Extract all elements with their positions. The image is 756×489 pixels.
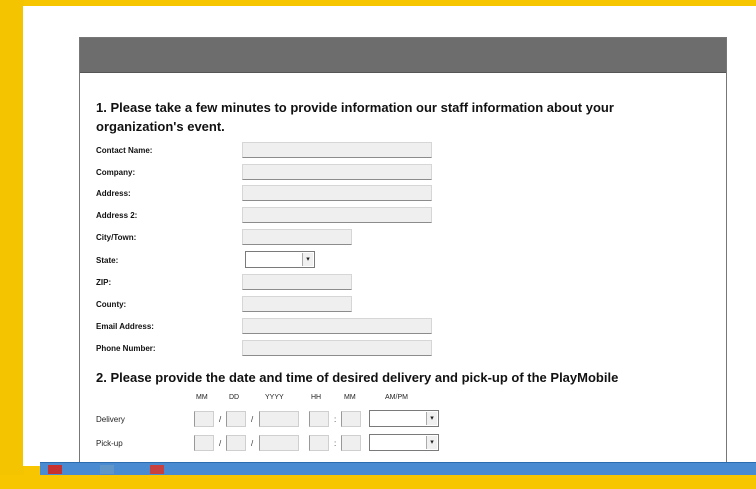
city-town-input[interactable] bbox=[242, 229, 352, 245]
contact-name-label: Contact Name: bbox=[96, 146, 153, 155]
taskbar-app-icon[interactable] bbox=[100, 465, 114, 474]
time-separator: : bbox=[334, 439, 337, 448]
chevron-down-icon[interactable]: ▾ bbox=[426, 412, 437, 425]
column-minute: MM bbox=[344, 394, 356, 401]
email-address-input[interactable] bbox=[242, 318, 432, 334]
column-month: MM bbox=[196, 394, 208, 401]
delivery-am-pm-select[interactable]: ▾ bbox=[369, 410, 439, 427]
section-1-title: 1. Please take a few minutes to provide … bbox=[96, 100, 614, 134]
company-label: Company: bbox=[96, 168, 136, 177]
bottom-strip bbox=[0, 475, 756, 489]
email-address-label: Email Address: bbox=[96, 322, 154, 331]
phone-number-label: Phone Number: bbox=[96, 344, 156, 353]
background-left-stripe bbox=[0, 0, 24, 489]
pick-up-minute-input[interactable] bbox=[341, 435, 361, 451]
taskbar-app-icon[interactable] bbox=[48, 465, 62, 474]
zip-label: ZIP: bbox=[96, 278, 112, 287]
state-label: State: bbox=[96, 256, 119, 265]
address-2-input[interactable] bbox=[242, 207, 432, 223]
chevron-down-icon[interactable]: ▾ bbox=[302, 253, 313, 266]
delivery-minute-input[interactable] bbox=[341, 411, 361, 427]
phone-number-input[interactable] bbox=[242, 340, 432, 356]
zip-input[interactable] bbox=[242, 274, 352, 290]
date-separator: / bbox=[219, 439, 222, 448]
county-input[interactable] bbox=[242, 296, 352, 312]
county-label: County: bbox=[96, 300, 127, 309]
time-separator: : bbox=[334, 415, 337, 424]
address-label: Address: bbox=[96, 189, 131, 198]
pick-up-month-input[interactable] bbox=[194, 435, 214, 451]
column-am-pm: AM/PM bbox=[385, 394, 408, 401]
browser-page: 1. Please take a few minutes to provide … bbox=[23, 6, 756, 468]
pick-up-year-input[interactable] bbox=[259, 435, 299, 451]
form-header-bar bbox=[80, 38, 726, 73]
date-separator: / bbox=[251, 439, 254, 448]
company-input[interactable] bbox=[242, 164, 432, 180]
state-select[interactable]: ▾ bbox=[245, 251, 315, 268]
taskbar bbox=[40, 462, 756, 476]
date-separator: / bbox=[219, 415, 222, 424]
column-year: YYYY bbox=[265, 394, 284, 401]
city-town-label: City/Town: bbox=[96, 233, 137, 242]
section-2-title: 2. Please provide the date and time of d… bbox=[96, 370, 619, 385]
pick-up-am-pm-select[interactable]: ▾ bbox=[369, 434, 439, 451]
pick-up-hour-input[interactable] bbox=[309, 435, 329, 451]
contact-name-input[interactable] bbox=[242, 142, 432, 158]
pick-up-label: Pick-up bbox=[96, 439, 123, 448]
column-day: DD bbox=[229, 394, 240, 401]
date-separator: / bbox=[251, 415, 254, 424]
column-hour: HH bbox=[311, 394, 322, 401]
delivery-year-input[interactable] bbox=[259, 411, 299, 427]
address-2-label: Address 2: bbox=[96, 211, 138, 220]
delivery-hour-input[interactable] bbox=[309, 411, 329, 427]
form-panel: 1. Please take a few minutes to provide … bbox=[79, 37, 727, 468]
delivery-label: Delivery bbox=[96, 415, 125, 424]
delivery-month-input[interactable] bbox=[194, 411, 214, 427]
chevron-down-icon[interactable]: ▾ bbox=[426, 436, 437, 449]
delivery-day-input[interactable] bbox=[226, 411, 246, 427]
pick-up-day-input[interactable] bbox=[226, 435, 246, 451]
taskbar-app-icon[interactable] bbox=[150, 465, 164, 474]
address-input[interactable] bbox=[242, 185, 432, 201]
